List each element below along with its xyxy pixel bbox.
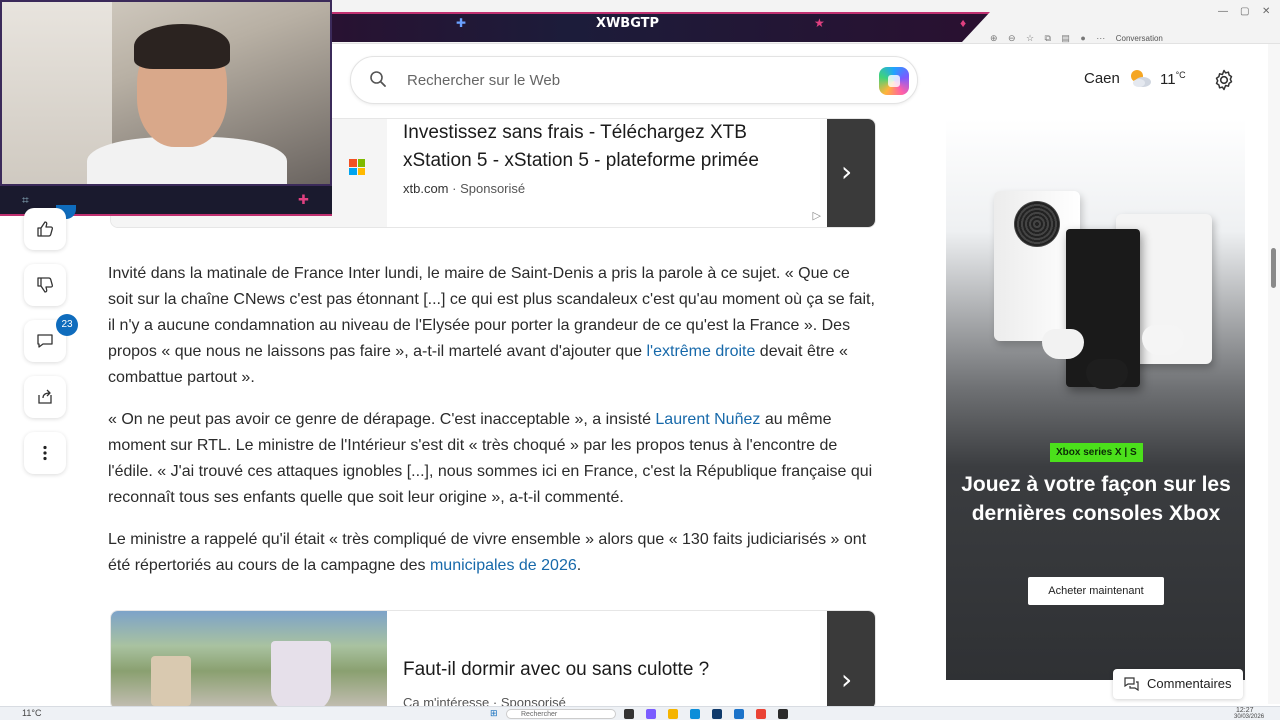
taskbar-weather[interactable]: 11°C [22, 708, 41, 718]
comments-button[interactable]: Commentaires [1113, 669, 1243, 699]
minimize-button[interactable]: — [1218, 6, 1228, 17]
ad-next-button[interactable]: › [827, 119, 875, 227]
share-button[interactable] [24, 376, 66, 418]
frame-deco-icon: ⌗ [22, 193, 29, 207]
stream-banner-title: XWBGTP [595, 16, 660, 31]
ad-title[interactable]: Faut-il dormir avec ou sans culotte ? [403, 659, 709, 681]
comment-icon [37, 334, 53, 348]
copilot-conversation-label[interactable]: Conversation [1116, 34, 1163, 43]
chevron-right-icon: › [841, 663, 853, 696]
ad-title[interactable]: Investissez sans frais - Téléchargez XTB… [403, 119, 813, 175]
windows-taskbar: 11°C ⊞ Rechercher 12:27 30/03/2026 [0, 706, 1280, 720]
maximize-button[interactable]: ▢ [1240, 6, 1249, 17]
paragraph-text: « On ne peut pas avoir ce genre de dérap… [108, 411, 656, 428]
xbox-headline: Jouez à votre façon sur les dernières co… [961, 473, 1231, 525]
ad-domain: xtb.com [403, 181, 449, 196]
article-paragraph-1: Invité dans la matinale de France Inter … [108, 261, 878, 391]
search-icon [370, 71, 386, 87]
dislike-button[interactable] [24, 264, 66, 306]
web-search-bar[interactable]: Rechercher sur le Web [350, 56, 918, 104]
chevron-right-icon: › [841, 155, 853, 188]
article-paragraph-3: Le ministre a rappelé qu'il était « très… [108, 527, 878, 579]
article-paragraph-2: « On ne peut pas avoir ce genre de dérap… [108, 407, 878, 511]
taskbar-time[interactable]: 12:27 [1236, 707, 1254, 714]
link-laurent-nunez[interactable]: Laurent Nuñez [655, 411, 760, 428]
partly-cloudy-icon[interactable] [1128, 67, 1152, 89]
more-vertical-icon [43, 445, 47, 461]
ad-sponsor-label: Sponsorisé [460, 181, 526, 196]
close-button[interactable]: ✕ [1262, 6, 1270, 17]
menu-icon[interactable]: ⋯ [1096, 33, 1105, 43]
search-placeholder: Rechercher sur le Web [407, 72, 561, 89]
split-icon[interactable]: ⧉ [1045, 33, 1051, 43]
taskbar-search[interactable]: Rechercher [506, 709, 616, 719]
collections-icon[interactable]: ▤ [1061, 33, 1070, 43]
obs-icon[interactable] [778, 709, 788, 719]
task-view-icon[interactable] [624, 709, 634, 719]
controller-white-2 [1142, 325, 1184, 355]
ad-image [111, 611, 387, 709]
start-button-icon[interactable]: ⊞ [490, 708, 498, 719]
share-icon [38, 389, 52, 404]
read-aloud-icon[interactable]: ⊕ [990, 33, 998, 43]
file-explorer-icon[interactable] [668, 709, 678, 719]
thumbs-down-icon [37, 277, 54, 293]
ad-choices-icon[interactable]: ▷ [813, 209, 821, 222]
copilot-icon[interactable] [879, 67, 909, 95]
buy-now-button[interactable]: Acheter maintenant [1028, 577, 1164, 605]
ad-source: xtb.com · Sponsorisé [403, 181, 526, 196]
edge-icon[interactable] [690, 709, 700, 719]
copilot-taskbar-icon[interactable] [646, 709, 656, 719]
comments-label: Commentaires [1147, 676, 1232, 691]
chrome-icon[interactable] [756, 709, 766, 719]
browser-toolbar: ⊕ ⊖ ☆ ⧉ ▤ ● ⋯ Conversation [990, 28, 1280, 43]
taskbar-date[interactable]: 30/03/2026 [1234, 714, 1264, 720]
banner-star-icon: ★ [814, 16, 825, 30]
link-municipales-2026[interactable]: municipales de 2026 [430, 557, 577, 574]
gear-icon[interactable] [1212, 68, 1236, 92]
link-extreme-droite[interactable]: l'extrême droite [646, 343, 755, 360]
comment-count-badge: 23 [56, 314, 78, 336]
more-options-button[interactable] [24, 432, 66, 474]
paragraph-text: . [576, 557, 582, 574]
scrollbar-thumb[interactable] [1271, 248, 1276, 288]
banner-drop-icon: ♦ [960, 16, 967, 30]
weather-city[interactable]: Caen [1084, 70, 1120, 87]
weather-temperature[interactable]: 11°C [1160, 70, 1186, 88]
frame-plus-icon: ✚ [298, 192, 309, 207]
page-scrollbar[interactable] [1268, 44, 1280, 704]
controller-white [1042, 329, 1084, 359]
microsoft-logo-icon [349, 159, 365, 175]
favorite-icon[interactable]: ☆ [1026, 33, 1034, 43]
banner-plus-icon: ✚ [456, 16, 467, 30]
like-button[interactable] [24, 208, 66, 250]
controller-black [1086, 359, 1128, 389]
mail-icon[interactable] [734, 709, 744, 719]
comments-icon [1124, 677, 1139, 691]
thumbs-up-icon [37, 221, 54, 237]
sponsored-card-culotte[interactable]: Faut-il dormir avec ou sans culotte ? Ca… [110, 610, 876, 710]
webcam-overlay [0, 0, 332, 186]
ad-next-button[interactable]: › [827, 611, 875, 709]
weather-unit: °C [1175, 70, 1186, 80]
xbox-tag: Xbox series X | S [1050, 443, 1143, 462]
store-icon[interactable] [712, 709, 722, 719]
zoom-icon[interactable]: ⊖ [1008, 33, 1016, 43]
profile-icon[interactable]: ● [1080, 33, 1085, 43]
